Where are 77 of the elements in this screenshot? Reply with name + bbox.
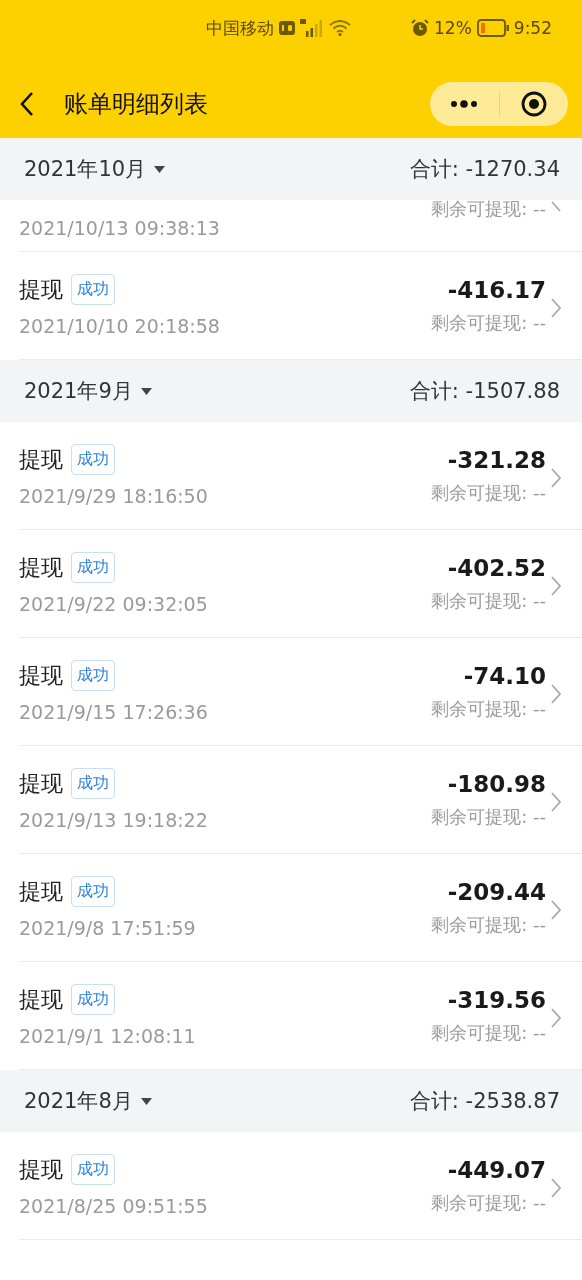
transaction-amount: -180.98 xyxy=(447,770,546,797)
remaining-balance: 剩余可提现: -- xyxy=(431,1020,546,1045)
transaction-type: 提现 xyxy=(19,985,63,1014)
transaction-date: 2021/9/22 09:32:05 xyxy=(19,593,209,615)
transaction-amount: -321.28 xyxy=(447,446,546,473)
transaction-date: 2021/10/13 09:38:13 xyxy=(19,217,221,239)
page-title: 账单明细列表 xyxy=(64,89,209,120)
transaction-amount: -449.07 xyxy=(447,1156,546,1183)
battery-percent: 12% xyxy=(434,18,472,38)
hd-icon xyxy=(279,21,295,35)
caret-down-icon xyxy=(140,387,152,395)
status-tag: 成功 xyxy=(71,274,115,305)
chevron-right-icon xyxy=(550,1177,562,1199)
transaction-date: 2021/9/15 17:26:36 xyxy=(19,701,209,723)
chevron-right-icon xyxy=(550,899,562,921)
month-selector[interactable]: 2021年9月 xyxy=(24,377,152,405)
caret-down-icon xyxy=(140,1097,152,1105)
remaining-balance: 剩余可提现: -- xyxy=(431,310,546,335)
remaining-balance: 剩余可提现: -- xyxy=(431,696,546,721)
transaction-date: 2021/9/13 19:18:22 xyxy=(19,809,209,831)
chevron-right-icon xyxy=(550,467,562,489)
transaction-row[interactable]: 提现 成功 2021/8/25 09:51:55 -449.07 剩余可提现: -- xyxy=(19,1132,582,1240)
transaction-row[interactable]: 提现 成功 2021/9/29 18:16:50 -321.28 剩余可提现: -- xyxy=(19,422,582,530)
remaining-balance: 剩余可提现: -- xyxy=(431,1190,546,1215)
status-tag: 成功 xyxy=(71,984,115,1015)
transaction-type: 提现 xyxy=(19,769,63,798)
status-tag: 成功 xyxy=(71,660,115,691)
remaining-balance: 剩余可提现: -- xyxy=(431,588,546,613)
more-dots-icon xyxy=(450,100,479,108)
transaction-amount: -319.56 xyxy=(447,986,546,1013)
transaction-type: 提现 xyxy=(19,445,63,474)
month-selector[interactable]: 2021年10月 xyxy=(24,155,166,183)
remaining-balance: 剩余可提现: -- xyxy=(431,804,546,829)
alarm-icon xyxy=(411,19,429,37)
transaction-type: 提现 xyxy=(19,877,63,906)
signal-icon xyxy=(300,19,324,37)
transaction-amount: -74.10 xyxy=(463,662,546,689)
chevron-right-icon xyxy=(550,1007,562,1029)
transaction-type: 提现 xyxy=(19,275,63,304)
transaction-date: 2021/10/10 20:18:58 xyxy=(19,315,221,337)
transaction-date: 2021/9/1 12:08:11 xyxy=(19,1025,197,1047)
battery-icon xyxy=(476,19,509,37)
status-tag: 成功 xyxy=(71,444,115,475)
remaining-balance: 剩余可提现: -- xyxy=(431,197,546,221)
month-total: 合计: -1507.88 xyxy=(409,378,560,405)
remaining-balance: 剩余可提现: -- xyxy=(431,480,546,505)
month-selector[interactable]: 2021年8月 xyxy=(24,1087,152,1115)
status-tag: 成功 xyxy=(71,552,115,583)
transaction-amount: -209.44 xyxy=(447,878,546,905)
chevron-right-icon xyxy=(550,683,562,705)
transaction-amount: -402.52 xyxy=(447,554,546,581)
clock-time: 9:52 xyxy=(513,18,552,38)
transaction-type: 提现 xyxy=(19,553,63,582)
chevron-right-icon xyxy=(550,575,562,597)
month-total: 合计: -1270.34 xyxy=(409,156,560,183)
transaction-amount: -416.17 xyxy=(447,276,546,303)
transaction-row[interactable]: 提现 成功 2021/9/13 19:18:22 -180.98 剩余可提现: -- xyxy=(19,746,582,854)
status-tag: 成功 xyxy=(71,876,115,907)
transaction-date: 2021/8/25 09:51:55 xyxy=(19,1195,209,1217)
transaction-row[interactable]: 提现 成功 2021/9/15 17:26:36 -74.10 剩余可提现: -- xyxy=(19,638,582,746)
target-icon xyxy=(519,90,548,118)
remaining-balance: 剩余可提现: -- xyxy=(431,912,546,937)
transaction-type: 提现 xyxy=(19,1155,63,1184)
status-tag: 成功 xyxy=(71,1154,115,1185)
status-tag: 成功 xyxy=(71,768,115,799)
chevron-right-icon xyxy=(550,200,562,214)
chevron-right-icon xyxy=(550,791,562,813)
transaction-date: 2021/9/8 17:51:59 xyxy=(19,917,197,939)
transaction-row[interactable]: 提现 成功 2021/9/8 17:51:59 -209.44 剩余可提现: -- xyxy=(19,854,582,962)
month-total: 合计: -2538.87 xyxy=(409,1088,560,1115)
transaction-type: 提现 xyxy=(19,661,63,690)
carrier-name: 中国移动 xyxy=(206,16,274,40)
chevron-right-icon xyxy=(550,297,562,319)
transaction-date: 2021/9/29 18:16:50 xyxy=(19,485,209,507)
wifi-icon xyxy=(329,20,351,36)
transaction-row[interactable]: 提现 成功 2021/9/22 09:32:05 -402.52 剩余可提现: -- xyxy=(19,530,582,638)
caret-down-icon xyxy=(154,165,166,173)
